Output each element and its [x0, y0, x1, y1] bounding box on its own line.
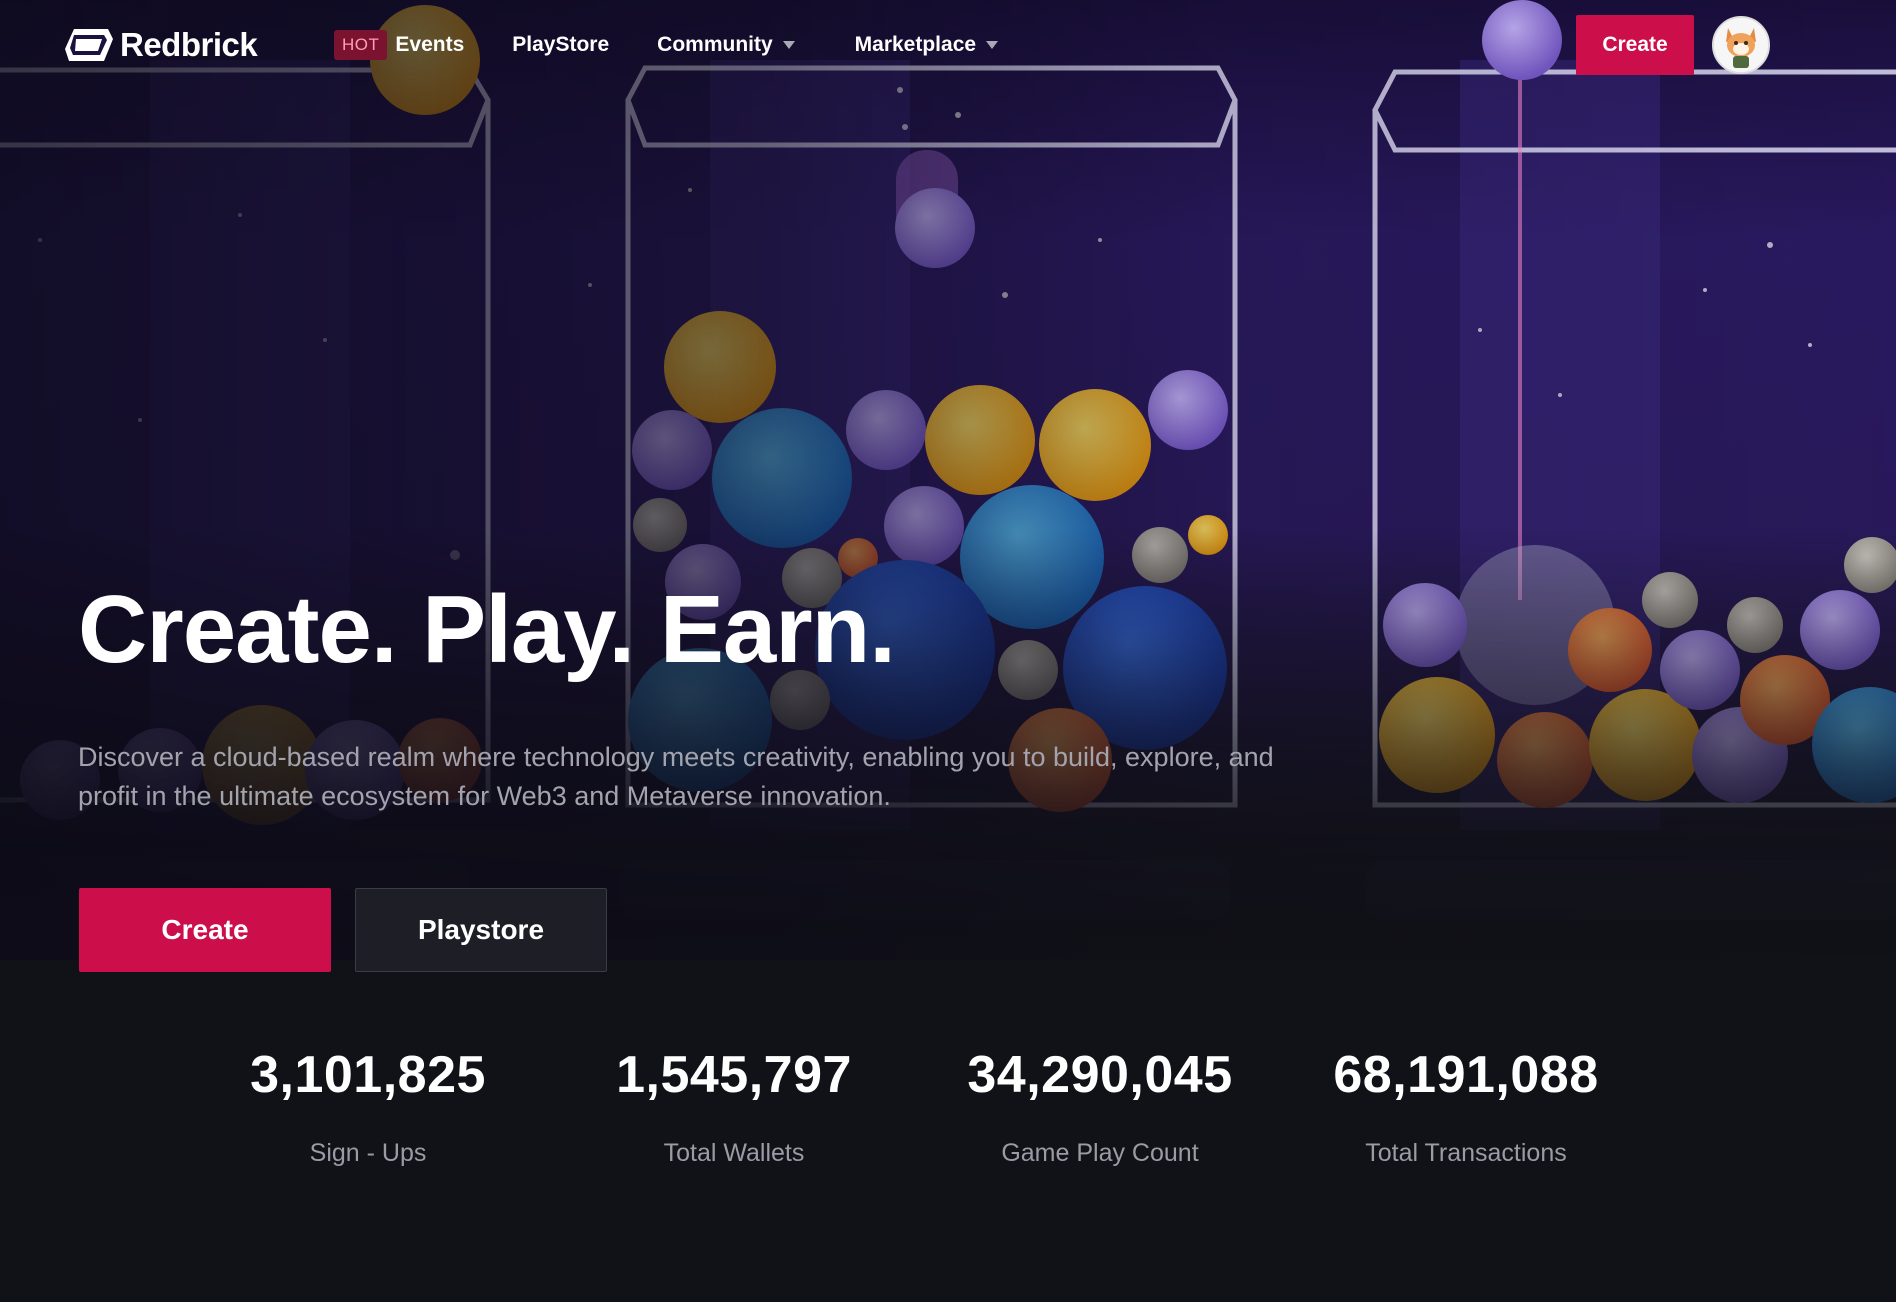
nav-item-events[interactable]: HOT Events — [334, 30, 464, 60]
nav-item-label: PlayStore — [512, 33, 610, 56]
landing-page: Redbrick HOT Events PlayStore Community … — [0, 0, 1896, 1302]
redbrick-logo-icon — [65, 29, 113, 61]
hero-description: Discover a cloud-based realm where techn… — [78, 742, 1274, 811]
logo-text: Redbrick — [120, 26, 258, 63]
stat-label: Total Wallets — [663, 1139, 805, 1167]
fox-avatar-icon — [1714, 18, 1768, 72]
hero-overlay — [0, 0, 1896, 960]
main-nav: HOT Events PlayStore Community Marketpla… — [334, 26, 1046, 64]
chevron-down-icon — [782, 41, 795, 49]
redbrick-logo[interactable]: Redbrick — [64, 26, 258, 64]
stat-value: 34,290,045 — [967, 1046, 1233, 1104]
hero-playstore-button[interactable]: Playstore — [355, 888, 607, 972]
header-create-button[interactable]: Create — [1576, 15, 1694, 75]
nav-item-label: Events — [395, 33, 465, 56]
hero-title: Create. Play. Earn. — [78, 576, 896, 683]
stat-value: 3,101,825 — [250, 1046, 486, 1104]
stat-total-transactions: 68,191,088 Total Transactions — [1296, 1045, 1636, 1168]
user-avatar[interactable] — [1712, 16, 1770, 74]
top-navbar: Redbrick HOT Events PlayStore Community … — [0, 0, 1896, 90]
stat-game-play-count: 34,290,045 Game Play Count — [930, 1045, 1270, 1168]
stat-total-wallets: 1,545,797 Total Wallets — [564, 1045, 904, 1168]
nav-item-community[interactable]: Community — [657, 33, 795, 57]
hot-badge: HOT — [334, 30, 388, 60]
stat-label: Sign - Ups — [309, 1139, 427, 1167]
nav-item-label: Community — [657, 33, 773, 56]
nav-item-playstore[interactable]: PlayStore — [512, 33, 609, 57]
chevron-down-icon — [986, 41, 999, 49]
stat-sign-ups: 3,101,825 Sign - Ups — [198, 1045, 538, 1168]
nav-item-marketplace[interactable]: Marketplace — [854, 33, 999, 57]
stat-value: 68,191,088 — [1333, 1046, 1599, 1104]
stat-label: Total Transactions — [1365, 1139, 1567, 1167]
hero-create-button[interactable]: Create — [79, 888, 331, 972]
nav-item-label: Marketplace — [854, 33, 977, 56]
stat-value: 1,545,797 — [616, 1046, 852, 1104]
stat-label: Game Play Count — [1001, 1139, 1199, 1167]
